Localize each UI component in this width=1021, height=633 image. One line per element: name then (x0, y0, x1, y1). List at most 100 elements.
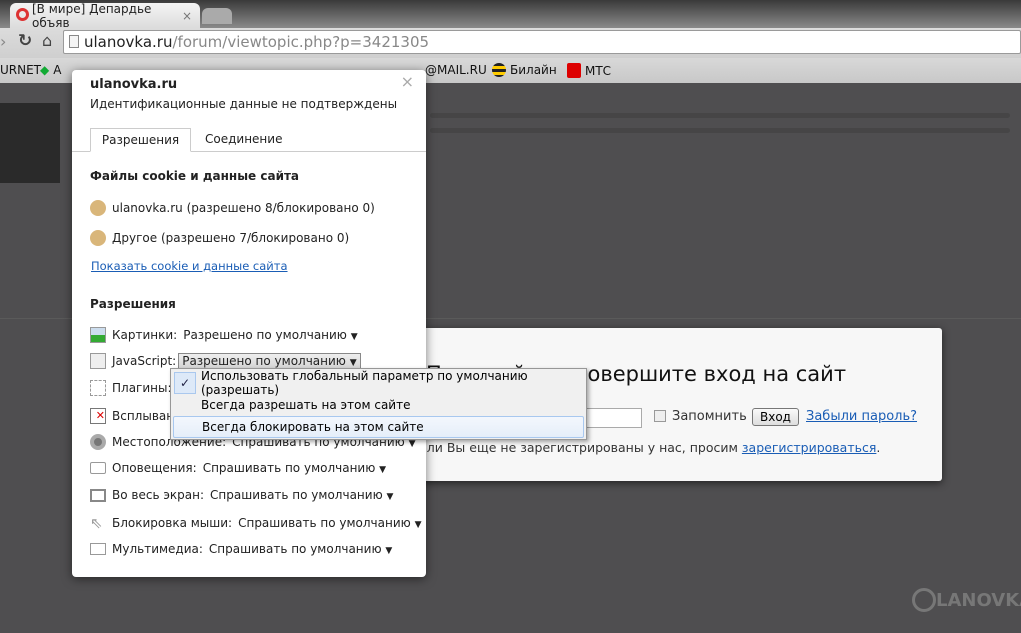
javascript-dropdown-menu: ✓ Использовать глобальный параметр по умо… (170, 368, 587, 440)
page-icon[interactable] (69, 35, 79, 48)
tab-permissions[interactable]: Разрешения (90, 128, 191, 152)
caret-down-icon: ▼ (408, 439, 416, 449)
cookie-row: Другое (разрешено 7/блокировано 0) (90, 230, 349, 246)
popup-site: ulanovka.ru (90, 77, 178, 92)
register-text: Если Вы еще не зарегистрированы у нас, п… (412, 440, 880, 455)
permission-select[interactable]: Спрашивать по умолчанию ▼ (203, 461, 386, 475)
logo-text: LANOVKA (936, 589, 1021, 611)
permission-select[interactable]: Спрашивать по умолчанию ▼ (238, 516, 421, 530)
caret-down-icon: ▼ (386, 492, 394, 502)
permission-media: Мультимедиа: Спрашивать по умолчанию ▼ (90, 542, 392, 556)
tab-title: [В мире] Депардье объяв (32, 1, 152, 30)
remember-label: Запомнить (672, 409, 747, 424)
permission-label: Картинки: (112, 328, 178, 342)
permission-value: Спрашивать по умолчанию (202, 461, 376, 475)
puzzle-icon (90, 380, 106, 396)
blurred-text (430, 128, 1010, 133)
permission-select[interactable]: Спрашивать по умолчанию ▼ (209, 542, 392, 556)
cookie-row: ulanovka.ru (разрешено 8/блокировано 0) (90, 200, 375, 216)
bookmark-label: A (53, 63, 62, 77)
permission-label: Во весь экран: (112, 488, 205, 502)
permission-select[interactable]: Разрешено по умолчанию ▼ (178, 353, 361, 369)
cursor-icon: ⇖ (90, 514, 103, 532)
menu-item-label: Использовать глобальный параметр по умол… (201, 369, 528, 397)
camera-icon (90, 543, 106, 555)
address-bar[interactable]: ulanovka.ru/forum/viewtopic.php?p=342130… (63, 30, 1021, 54)
register-prefix: Если Вы еще не зарегистрированы у нас, п… (412, 440, 742, 455)
permission-select[interactable]: Разрешено по умолчанию ▼ (183, 328, 357, 342)
permission-value: Спрашивать по умолчанию (238, 516, 411, 530)
bookmark-mts[interactable]: МТС (567, 63, 611, 78)
caret-down-icon: ▼ (414, 520, 422, 530)
permission-popups: ✕ Всплыван (90, 408, 174, 424)
new-tab-button[interactable] (202, 8, 232, 24)
menu-item-always-block[interactable]: Всегда блокировать на этом сайте (173, 416, 584, 438)
menu-item-always-allow[interactable]: Всегда разрешать на этом сайте (173, 394, 584, 416)
url-path: /forum/viewtopic.php?p=3421305 (172, 33, 430, 51)
menu-item-label: Всегда блокировать на этом сайте (202, 420, 424, 434)
logo-icon (912, 588, 936, 612)
image-icon (90, 327, 106, 343)
register-end: . (876, 440, 881, 455)
cookies-heading: Файлы cookie и данные сайта (90, 169, 300, 183)
permission-label: JavaScript: (112, 354, 177, 368)
script-icon (90, 353, 106, 369)
tab-connection[interactable]: Соединение (205, 128, 282, 152)
permission-images: Картинки: Разрешено по умолчанию ▼ (90, 327, 358, 343)
favicon-icon (16, 8, 29, 21)
permissions-heading: Разрешения (90, 297, 176, 311)
popup-blocked-icon: ✕ (90, 408, 106, 424)
permission-value: Спрашивать по умолчанию (210, 488, 383, 502)
permission-label: Мультимедиа: (112, 542, 203, 556)
cookie-text: Другое (разрешено 7/блокировано 0) (112, 231, 350, 245)
permission-value: Разрешено по умолчанию (182, 354, 346, 368)
permission-mouse-lock: ⇖ Блокировка мыши: Спрашивать по умолчанию… (90, 515, 421, 531)
permission-label: Блокировка мыши: (112, 516, 233, 530)
permission-label: Оповещения: (112, 461, 197, 475)
forward-icon[interactable]: › (0, 32, 6, 51)
remember-checkbox[interactable] (654, 410, 666, 422)
permission-value: Разрешено по умолчанию (183, 328, 347, 342)
permission-label: Плагины: (112, 381, 172, 395)
menu-item-label: Всегда разрешать на этом сайте (201, 398, 411, 412)
close-icon[interactable]: × (401, 72, 414, 91)
register-link[interactable]: зарегистрироваться (742, 440, 877, 455)
browser-tab[interactable]: [В мире] Депардье объяв × (10, 1, 200, 30)
tab-strip: [В мире] Депардье объяв × (0, 0, 1021, 30)
mts-icon (567, 63, 581, 78)
avatar (0, 103, 60, 183)
menu-item-use-default[interactable]: ✓ Использовать глобальный параметр по умо… (173, 369, 584, 397)
permission-select[interactable]: Спрашивать по умолчанию ▼ (210, 488, 393, 502)
bookmark-urnet[interactable]: URNET (0, 63, 41, 77)
bookmark-mail[interactable]: @MAIL.RU (425, 63, 487, 77)
bookmark-beeline[interactable]: Билайн (492, 63, 557, 77)
permission-label: Всплыван (112, 409, 175, 423)
identity-status: Идентификационные данные не подтверждены (90, 97, 398, 111)
reload-icon[interactable]: ↻ (18, 31, 32, 51)
forgot-password-link[interactable]: Забыли пароль? (806, 409, 917, 424)
show-cookies-link[interactable]: Показать cookie и данные сайта (91, 259, 288, 273)
close-tab-icon[interactable]: × (182, 9, 192, 23)
location-icon (90, 434, 106, 450)
cookie-icon (90, 230, 106, 246)
permission-fullscreen: Во весь экран: Спрашивать по умолчанию ▼ (90, 488, 393, 502)
bookmark-a[interactable]: ◆ A (40, 63, 61, 77)
caret-down-icon: ▼ (350, 332, 358, 342)
fullscreen-icon (90, 488, 106, 502)
permission-javascript: JavaScript: Разрешено по умолчанию ▼ (90, 353, 361, 369)
permission-notifications: Оповещения: Спрашивать по умолчанию ▼ (90, 461, 386, 475)
diamond-icon: ◆ (40, 63, 50, 77)
cookie-icon (90, 200, 106, 216)
home-icon[interactable]: ⌂ (42, 31, 52, 50)
caret-down-icon: ▼ (385, 546, 393, 556)
beeline-icon (492, 63, 506, 77)
checkmark-icon: ✓ (174, 372, 196, 394)
permission-value: Спрашивать по умолчанию (208, 542, 382, 556)
site-info-popup: ulanovka.ru × Идентификационные данные н… (72, 70, 426, 577)
url-host: ulanovka.ru (84, 33, 173, 51)
cookie-text: ulanovka.ru (разрешено 8/блокировано 0) (112, 201, 375, 215)
caret-down-icon: ▼ (349, 358, 357, 368)
permission-plugins: Плагины: (90, 380, 172, 396)
login-button[interactable]: Вход (752, 408, 799, 426)
bookmark-label: @MAIL.RU (425, 63, 487, 77)
